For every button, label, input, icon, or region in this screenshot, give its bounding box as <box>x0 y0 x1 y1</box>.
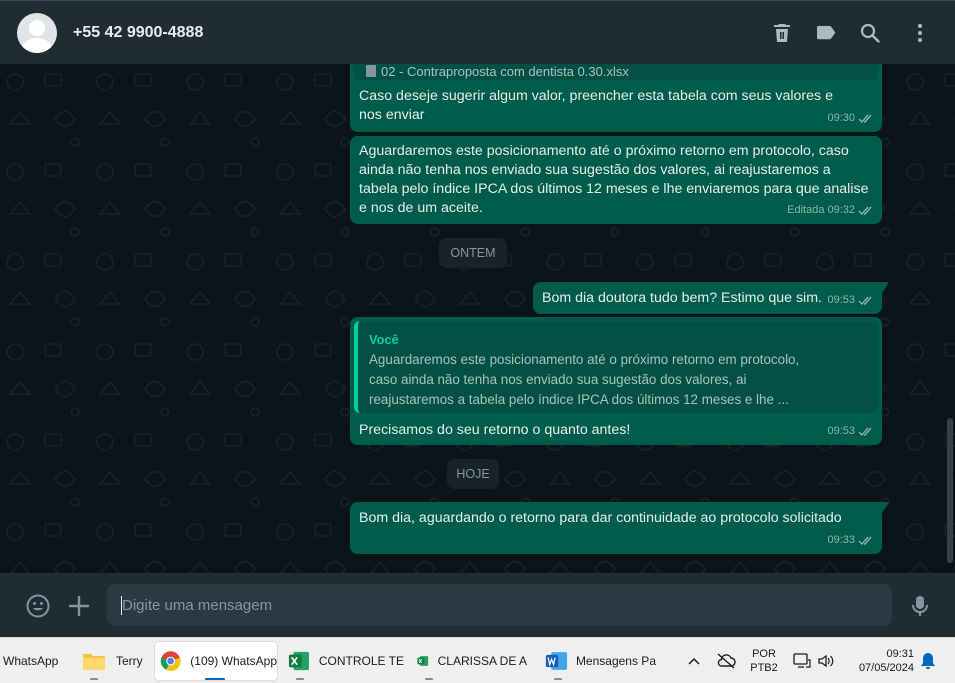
excel-icon <box>417 656 429 666</box>
message-time: 09:33 <box>827 534 855 546</box>
taskbar-label: (109) WhatsApp <box>190 654 277 668</box>
word-icon <box>545 652 568 670</box>
message-composer <box>0 573 955 637</box>
message-meta: 09:53 <box>827 422 874 441</box>
taskbar-item-whatsapp[interactable]: WhatsApp <box>0 642 70 680</box>
delete-icon[interactable] <box>770 21 794 45</box>
language-code: POR <box>752 648 776 660</box>
keyboard-layout: PTB2 <box>750 662 778 674</box>
microphone-icon[interactable] <box>907 593 933 619</box>
read-ticks-icon <box>858 114 872 124</box>
clock-time: 09:31 <box>886 648 914 660</box>
contact-name[interactable]: +55 42 9900-4888 <box>73 24 203 42</box>
chevron-up-icon[interactable] <box>687 654 701 668</box>
message-meta: 09:33 <box>827 531 874 550</box>
volume-icon[interactable] <box>817 653 835 669</box>
message-text: Precisamos do seu retorno o quanto antes… <box>359 422 631 438</box>
avatar[interactable] <box>17 13 57 53</box>
taskbar-label: Terry <box>116 654 143 668</box>
chat-header: +55 42 9900-4888 <box>0 0 955 64</box>
taskbar-item-excel-clarissa[interactable]: CLARISSA DE A <box>415 642 527 680</box>
read-ticks-icon <box>858 427 872 437</box>
quote-text: Aguardaremos este posicionamento até o p… <box>369 352 800 407</box>
windows-taskbar: WhatsApp Terry (109) WhatsApp CONTROLE T… <box>0 637 955 683</box>
cloud-offline-icon[interactable] <box>716 653 736 669</box>
taskbar-item-excel-controle[interactable]: CONTROLE TE <box>286 642 404 680</box>
label-icon[interactable] <box>814 21 838 45</box>
message-bubble[interactable]: Bom dia doutora tudo bem? Estimo que sim… <box>533 282 889 314</box>
message-time: 09:53 <box>827 294 855 306</box>
message-meta: Editada 09:32 <box>787 201 874 220</box>
message-text: Caso deseje sugerir algum valor, preench… <box>359 88 833 123</box>
quote-author: Você <box>369 332 399 347</box>
folder-icon <box>83 654 105 670</box>
taskbar-item-chrome-whatsapp[interactable]: (109) WhatsApp <box>155 642 277 680</box>
taskbar-item-terry[interactable]: Terry <box>78 642 146 680</box>
attachment-preview[interactable]: 02 - Contraproposta com dentista 0.30.xl… <box>354 64 878 80</box>
menu-icon[interactable] <box>908 21 932 45</box>
message-text: Bom dia doutora tudo bem? Estimo que sim… <box>542 290 822 306</box>
edited-label: Editada <box>787 204 825 216</box>
bubble-tail <box>881 502 889 515</box>
message-input[interactable] <box>107 584 892 626</box>
read-ticks-icon <box>858 536 872 546</box>
taskbar-label: WhatsApp <box>3 654 59 668</box>
message-meta: 09:30 <box>827 109 874 128</box>
clock-date: 07/05/2024 <box>858 662 914 674</box>
notification-bell-icon[interactable] <box>920 652 936 670</box>
taskbar-label: CLARISSA DE A <box>437 654 527 668</box>
message-meta: 09:53 <box>827 291 874 310</box>
message-bubble[interactable]: Aguardaremos este posicionamento até o p… <box>350 136 882 224</box>
keyboard-language[interactable]: POR PTB2 <box>748 647 780 675</box>
chrome-icon <box>160 651 181 671</box>
message-text: Bom dia, aguardando o retorno para dar c… <box>359 510 842 526</box>
taskbar-label: CONTROLE TE <box>318 654 404 668</box>
whatsapp-app: +55 42 9900-4888 02 - Contraproposta com… <box>0 0 955 637</box>
system-clock[interactable]: 09:31 07/05/2024 <box>846 647 916 675</box>
message-bubble[interactable]: Você Aguardaremos este posicionamento at… <box>350 317 882 445</box>
taskbar-label: Mensagens Pa <box>575 654 656 668</box>
chat-scrollbar[interactable] <box>947 418 953 563</box>
chat-panel[interactable]: 02 - Contraproposta com dentista 0.30.xl… <box>0 64 955 573</box>
attach-plus-icon[interactable] <box>66 593 92 619</box>
message-bubble[interactable]: 02 - Contraproposta com dentista 0.30.xl… <box>350 64 882 132</box>
network-icon[interactable] <box>793 653 811 669</box>
message-time: 09:30 <box>827 112 855 124</box>
day-separator: HOJE <box>447 459 499 489</box>
message-bubble[interactable]: Bom dia, aguardando o retorno para dar c… <box>350 502 889 554</box>
search-icon[interactable] <box>858 21 882 45</box>
message-time: 09:32 <box>827 204 855 216</box>
read-ticks-icon <box>858 206 872 216</box>
day-separator: ONTEM <box>439 238 507 268</box>
bubble-tail <box>881 282 889 295</box>
emoji-icon[interactable] <box>25 593 51 619</box>
file-icon <box>366 65 376 77</box>
text-caret <box>121 596 122 615</box>
read-ticks-icon <box>858 296 872 306</box>
attachment-name: 02 - Contraproposta com dentista 0.30.xl… <box>381 64 629 79</box>
message-time: 09:53 <box>827 425 855 437</box>
quoted-message[interactable]: Você Aguardaremos este posicionamento at… <box>354 321 878 413</box>
excel-icon <box>288 651 309 671</box>
taskbar-item-word-mensagens[interactable]: Mensagens Pa <box>544 642 656 680</box>
